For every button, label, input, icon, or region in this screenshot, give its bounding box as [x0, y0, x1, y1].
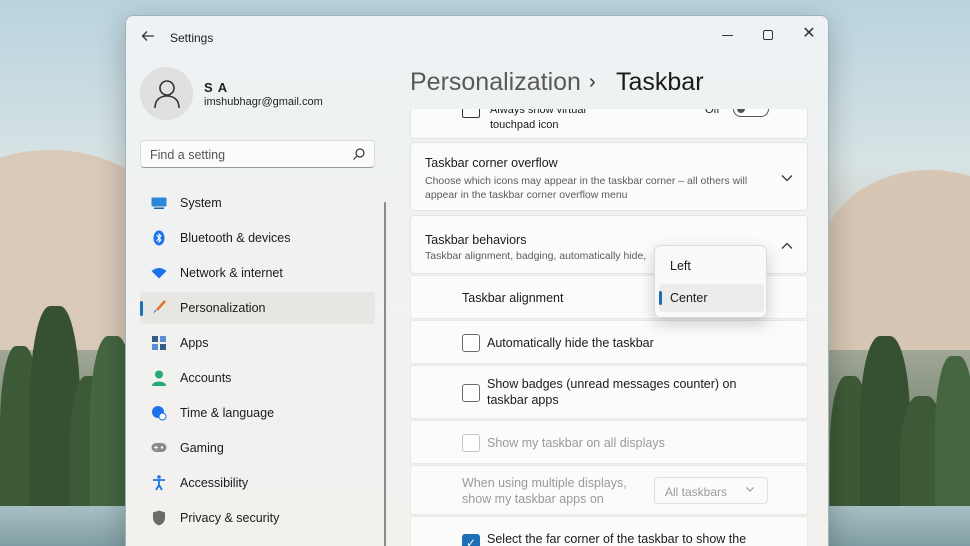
shield-icon: [151, 510, 167, 526]
touchpad-icon: [462, 109, 480, 118]
all-displays-label: Show my taskbar on all displays: [487, 436, 665, 450]
corner-overflow-title: Taskbar corner overflow: [425, 156, 558, 170]
sidebar-item-label: Network & internet: [180, 266, 283, 280]
brush-icon: [151, 300, 167, 316]
chevron-up-icon: [781, 242, 793, 249]
accessibility-icon: [151, 475, 167, 491]
far-corner-row: ✓ Select the far corner of the taskbar t…: [410, 516, 808, 546]
sidebar-item-accessibility[interactable]: Accessibility: [140, 467, 375, 499]
all-displays-row: Show my taskbar on all displays: [410, 420, 808, 464]
touchpad-label-2: touchpad icon: [490, 119, 559, 131]
arrow-left-icon: [141, 31, 154, 41]
sidebar-item-system[interactable]: System: [140, 187, 375, 219]
person-icon: [151, 370, 167, 386]
page-title: Taskbar: [616, 68, 704, 96]
touchpad-label-1: Always show virtual: [490, 109, 586, 116]
sidebar-item-time-language[interactable]: Time & language: [140, 397, 375, 429]
title-bar: Settings ✕: [126, 16, 828, 56]
sidebar-item-network[interactable]: Network & internet: [140, 257, 375, 289]
gamepad-icon: [151, 440, 167, 456]
globe-clock-icon: [151, 405, 167, 421]
search-placeholder: Find a setting: [150, 148, 226, 162]
badges-checkbox[interactable]: [462, 384, 480, 402]
person-icon: [153, 79, 180, 108]
auto-hide-row: Automatically hide the taskbar: [410, 320, 808, 364]
monitor-icon: [151, 195, 167, 211]
sidebar-nav: System Bluetooth & devices Network & int…: [140, 187, 375, 537]
minimize-icon: [721, 34, 733, 36]
user-name: S A: [204, 80, 229, 95]
multi-display-label-1: When using multiple displays,: [462, 476, 627, 490]
sidebar-item-bluetooth[interactable]: Bluetooth & devices: [140, 222, 375, 254]
back-button[interactable]: [138, 26, 158, 46]
far-corner-checkbox[interactable]: ✓: [462, 534, 480, 546]
auto-hide-label: Automatically hide the taskbar: [487, 336, 654, 350]
alignment-option-label: Left: [670, 259, 691, 273]
close-icon: ✕: [802, 25, 816, 42]
sidebar-item-privacy[interactable]: Privacy & security: [140, 502, 375, 534]
chevron-down-icon: [746, 487, 754, 492]
wifi-icon: [151, 265, 167, 281]
sidebar-item-gaming[interactable]: Gaming: [140, 432, 375, 464]
sidebar-item-label: Accessibility: [180, 476, 249, 490]
multi-display-label-2: show my taskbar apps on: [462, 492, 604, 506]
user-email: imshubhagr@gmail.com: [204, 96, 323, 108]
minimize-button[interactable]: [712, 22, 742, 46]
corner-overflow-card[interactable]: Taskbar corner overflow Choose which ico…: [410, 142, 808, 211]
maximize-button[interactable]: [753, 22, 783, 46]
corner-overflow-desc-2: appear in the taskbar corner overflow me…: [425, 189, 628, 201]
settings-content: Always show virtual touchpad icon Off Ta…: [410, 109, 808, 546]
apps-icon: [151, 335, 167, 351]
touchpad-toggle[interactable]: [733, 109, 769, 117]
sidebar-item-label: Bluetooth & devices: [180, 231, 291, 245]
badges-row: Show badges (unread messages counter) on…: [410, 365, 808, 419]
breadcrumb-separator: ›: [589, 71, 596, 93]
far-corner-label: Select the far corner of the taskbar to …: [487, 532, 747, 546]
close-button[interactable]: ✕: [794, 22, 824, 46]
app-title: Settings: [170, 31, 214, 45]
breadcrumb-parent[interactable]: Personalization: [410, 68, 581, 97]
sidebar-scrollbar[interactable]: [384, 202, 386, 546]
all-displays-checkbox[interactable]: [462, 434, 480, 452]
taskbar-apps-dropdown[interactable]: All taskbars: [654, 477, 768, 504]
taskbar-behaviors-title: Taskbar behaviors: [425, 233, 527, 247]
badges-label-1: Show badges (unread messages counter) on: [487, 377, 737, 391]
taskbar-alignment-dropdown: Left Center: [654, 245, 767, 318]
taskbar-alignment-label: Taskbar alignment: [462, 291, 564, 305]
alignment-option-label: Center: [670, 291, 708, 305]
taskbar-apps-value: All taskbars: [665, 485, 728, 499]
search-input[interactable]: Find a setting: [140, 140, 375, 168]
sidebar-item-apps[interactable]: Apps: [140, 327, 375, 359]
sidebar-item-label: Personalization: [180, 301, 266, 315]
alignment-option-left[interactable]: Left: [659, 252, 764, 280]
touchpad-icon-setting: Always show virtual touchpad icon Off: [410, 109, 808, 139]
chevron-down-icon: [781, 175, 793, 182]
sidebar-item-label: System: [180, 196, 222, 210]
avatar[interactable]: [140, 67, 193, 120]
sidebar-item-label: Gaming: [180, 441, 224, 455]
sidebar-item-accounts[interactable]: Accounts: [140, 362, 375, 394]
bluetooth-icon: [151, 230, 167, 246]
sidebar-item-label: Apps: [180, 336, 209, 350]
sidebar-item-label: Time & language: [180, 406, 275, 420]
toggle-state-label: Off: [705, 109, 720, 116]
taskbar-behaviors-desc: Taskbar alignment, badging, automaticall…: [425, 250, 647, 262]
auto-hide-checkbox[interactable]: [462, 334, 480, 352]
sidebar-item-label: Privacy & security: [180, 511, 280, 525]
corner-overflow-desc-1: Choose which icons may appear in the tas…: [425, 175, 748, 187]
maximize-icon: [763, 30, 773, 41]
badges-label-2: taskbar apps: [487, 393, 559, 407]
sidebar-item-personalization[interactable]: Personalization: [140, 292, 375, 324]
checkmark-icon: ✓: [465, 536, 477, 546]
alignment-option-center[interactable]: Center: [659, 284, 764, 312]
multi-display-row: When using multiple displays, show my ta…: [410, 465, 808, 515]
sidebar-item-label: Accounts: [180, 371, 232, 385]
search-icon: [353, 148, 365, 160]
